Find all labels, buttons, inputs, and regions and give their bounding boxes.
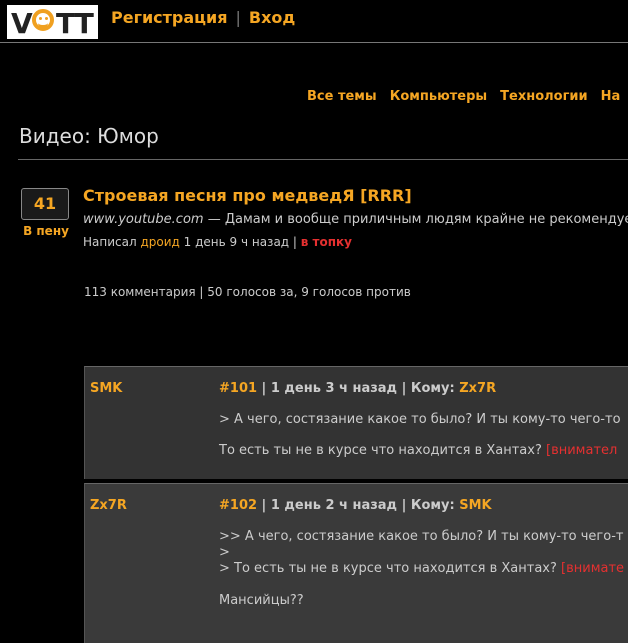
comment-quote: > То есть ты не в курсе что находится в … [219,561,624,576]
comment-header: #101 | 1 день 3 ч назад | Кому: Zx7R [219,381,496,396]
top-bar: V TT Регистрация | Вход [0,0,628,43]
comment: Zx7R #102 | 1 день 2 ч назад | Кому: SMK… [84,483,628,643]
register-link[interactable]: Регистрация [111,8,228,27]
auth-links: Регистрация | Вход [111,8,295,27]
comment-author[interactable]: SMK [90,381,122,396]
post-meta: Написал дроид 1 день 9 ч назад | в топку [83,235,352,249]
post-description: www.youtube.com — Дамам и вообще приличн… [83,212,628,227]
comment-recipient[interactable]: Zx7R [459,381,496,396]
page-title: Видео: Юмор [19,124,159,148]
title-divider [18,159,628,160]
post-desc-text: — Дамам и вообще приличным людям крайне … [203,212,628,227]
comment-text: То есть ты не в курсе что находится в Ха… [219,443,617,458]
logo-letters-tt: TT [56,7,94,40]
category-nav: Все темы Компьютеры Технологии На [307,89,628,104]
comment-time: | 1 день 2 ч назад | Кому: [257,498,460,513]
comment-quote-text: > То есть ты не в курсе что находится в … [219,561,562,576]
meta-prefix: Написал [83,235,141,249]
post-domain: www.youtube.com [83,212,204,227]
post-author-link[interactable]: дроид [140,235,179,249]
vote-count: 41 [21,188,69,220]
comment: SMK #101 | 1 день 3 ч назад | Кому: Zx7R… [84,366,628,479]
comment-recipient[interactable]: SMK [459,498,491,513]
auth-separator: | [235,8,241,27]
login-link[interactable]: Вход [249,8,295,27]
post-stats: 113 комментария | 50 голосов за, 9 голос… [84,285,411,299]
vote-down-button[interactable]: В пену [21,224,71,238]
nav-computers[interactable]: Компьютеры [390,89,487,104]
comment-time: | 1 день 3 ч назад | Кому: [257,381,460,396]
comment-number[interactable]: #102 [219,498,257,513]
comment-author[interactable]: Zx7R [90,498,127,513]
comment-text: Мансийцы?? [219,593,304,608]
attention-link[interactable]: [внимате [561,561,624,576]
post-title-link[interactable]: Строевая песня про медведЯ [RRR] [83,186,412,205]
nav-technology[interactable]: Технологии [500,89,587,104]
comment-quote: > [219,545,230,560]
nav-more[interactable]: На [601,89,621,104]
comment-quote: >> А чего, состязание какое то было? И т… [219,529,624,544]
smiley-icon [32,9,54,31]
comment-quote: > А чего, состязание какое то было? И ты… [219,412,621,427]
comment-number[interactable]: #101 [219,381,257,396]
comment-text-body: То есть ты не в курсе что находится в Ха… [219,443,546,458]
vott-logo[interactable]: V TT [7,5,98,40]
to-top-link[interactable]: в топку [301,235,352,249]
comment-header: #102 | 1 день 2 ч назад | Кому: SMK [219,498,492,513]
meta-time: 1 день 9 ч назад | [179,235,301,249]
nav-all-topics[interactable]: Все темы [307,89,377,104]
attention-link[interactable]: [внимател [546,443,617,458]
logo-letter-v: V [11,7,33,40]
